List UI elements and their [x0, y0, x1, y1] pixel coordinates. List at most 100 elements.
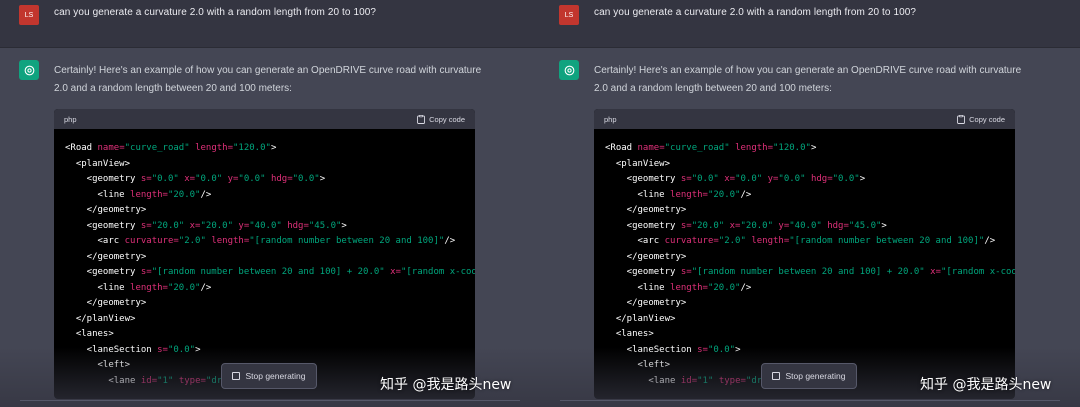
- user-message-row: LS can you generate a curvature 2.0 with…: [540, 0, 1080, 48]
- code-language-label: php: [64, 114, 77, 124]
- input-bar-edge: [560, 400, 1060, 407]
- code-line: </geometry>: [65, 296, 475, 312]
- code-line: <geometry s="[random number between 20 a…: [605, 265, 1015, 281]
- code-token: <Road: [65, 143, 98, 153]
- code-token: <line: [605, 282, 671, 293]
- code-token: <geometry: [605, 220, 681, 231]
- user-message-row: LS can you generate a curvature 2.0 with…: [0, 0, 540, 48]
- input-bar-edge: [20, 400, 520, 407]
- code-token: <line: [65, 282, 131, 293]
- code-token: "20.0": [707, 282, 741, 293]
- code-token: "40.0": [789, 220, 822, 231]
- code-line: <Road name="curve_road" length="120.0">: [65, 141, 475, 157]
- code-token: length=: [670, 282, 708, 293]
- code-line: </geometry>: [605, 250, 1015, 266]
- code-token: "20.0": [691, 220, 725, 231]
- user-message: can you generate a curvature 2.0 with a …: [594, 7, 917, 18]
- code-token: length=: [130, 282, 168, 293]
- code-line: <geometry s="[random number between 20 a…: [65, 265, 475, 281]
- code-token: </geometry>: [65, 298, 147, 308]
- code-token: />: [200, 189, 212, 200]
- code-token: "2.0": [718, 236, 746, 246]
- copy-code-button[interactable]: Copy code: [417, 114, 465, 124]
- chatgpt-logo-icon: [19, 60, 39, 80]
- code-token: "[random number between 20 and 100] + 20…: [151, 267, 385, 277]
- code-token: </geometry>: [605, 205, 687, 215]
- code-token: y=: [227, 174, 239, 184]
- code-line: <arc curvature="2.0" length="[random num…: [605, 234, 1015, 250]
- code-token: <geometry: [605, 267, 681, 277]
- code-token: "0.0": [151, 174, 179, 184]
- code-token: "0.0": [735, 174, 763, 184]
- code-line: <geometry s="20.0" x="20.0" y="40.0" hdg…: [605, 219, 1015, 235]
- code-token: <planView>: [605, 158, 671, 169]
- code-token: "[random number between 20 and 100] + 20…: [691, 267, 925, 277]
- code-line: <line length="20.0"/>: [65, 281, 475, 297]
- code-line: <planView>: [65, 157, 475, 173]
- code-token: />: [200, 282, 212, 293]
- code-token: length=: [195, 143, 233, 153]
- code-token: <geometry: [65, 220, 141, 231]
- copy-code-button[interactable]: Copy code: [957, 114, 1005, 124]
- code-token: <Road: [605, 143, 638, 153]
- code-token: "20.0": [167, 282, 201, 293]
- code-line: </geometry>: [605, 296, 1015, 312]
- code-token: "20.0": [707, 189, 741, 200]
- code-token: "curve_road": [124, 143, 190, 153]
- code-token: >: [341, 220, 347, 231]
- code-token: s=: [680, 220, 692, 231]
- code-token: "[random number between 20 and 100]": [789, 236, 985, 246]
- watermark: 知乎 @我是路头new: [380, 377, 512, 393]
- code-token: s=: [140, 267, 152, 277]
- code-token: </geometry>: [65, 251, 147, 262]
- copy-code-label: Copy code: [969, 114, 1005, 124]
- code-token: length=: [735, 143, 773, 153]
- code-token: </geometry>: [605, 251, 687, 262]
- code-line: <line length="20.0"/>: [605, 281, 1015, 297]
- stop-icon: [772, 372, 781, 380]
- code-token: length=: [130, 189, 168, 200]
- code-token: "20.0": [740, 220, 773, 231]
- code-token: <line: [605, 189, 671, 200]
- chatgpt-logo-icon: [559, 60, 579, 80]
- code-language-label: php: [604, 114, 617, 124]
- code-token: <lanes>: [65, 329, 114, 339]
- code-token: >: [881, 220, 887, 231]
- copy-code-label: Copy code: [429, 114, 465, 124]
- code-header: php Copy code: [594, 109, 1015, 129]
- code-line: </geometry>: [605, 203, 1015, 219]
- code-token: />: [740, 189, 752, 200]
- code-token: length=: [211, 236, 250, 246]
- code-token: "2.0": [178, 236, 206, 246]
- code-token: y=: [767, 174, 779, 184]
- code-token: <geometry: [65, 267, 141, 277]
- code-token: "0.0": [238, 174, 266, 184]
- code-header: php Copy code: [54, 109, 475, 129]
- code-token: y=: [778, 220, 790, 231]
- code-token: hdg=: [810, 174, 833, 184]
- code-token: />: [740, 282, 752, 293]
- code-token: length=: [751, 236, 790, 246]
- code-token: </geometry>: [605, 298, 687, 308]
- code-token: "[random number between 20 and 100]": [249, 236, 445, 246]
- code-line: </planView>: [65, 312, 475, 328]
- code-token: name=: [97, 143, 125, 153]
- code-line: <geometry s="0.0" x="0.0" y="0.0" hdg="0…: [65, 172, 475, 188]
- code-token: x=: [729, 220, 741, 231]
- code-token: <geometry: [65, 174, 141, 184]
- code-token: "0.0": [691, 174, 719, 184]
- code-line: <line length="20.0"/>: [65, 188, 475, 204]
- code-token: "120.0": [773, 143, 811, 153]
- stop-generating-button[interactable]: Stop generating: [221, 363, 317, 389]
- code-token: "20.0": [151, 220, 185, 231]
- stop-generating-button[interactable]: Stop generating: [761, 363, 857, 389]
- code-token: </planView>: [65, 313, 136, 324]
- code-token: "0.0": [292, 174, 320, 184]
- code-token: "[random x-coo: [940, 267, 1015, 277]
- user-avatar: LS: [559, 5, 579, 25]
- stop-generating-label: Stop generating: [245, 371, 306, 381]
- code-line: <Road name="curve_road" length="120.0">: [605, 141, 1015, 157]
- code-token: y=: [238, 220, 250, 231]
- code-token: x=: [189, 220, 201, 231]
- code-token: <planView>: [65, 158, 131, 169]
